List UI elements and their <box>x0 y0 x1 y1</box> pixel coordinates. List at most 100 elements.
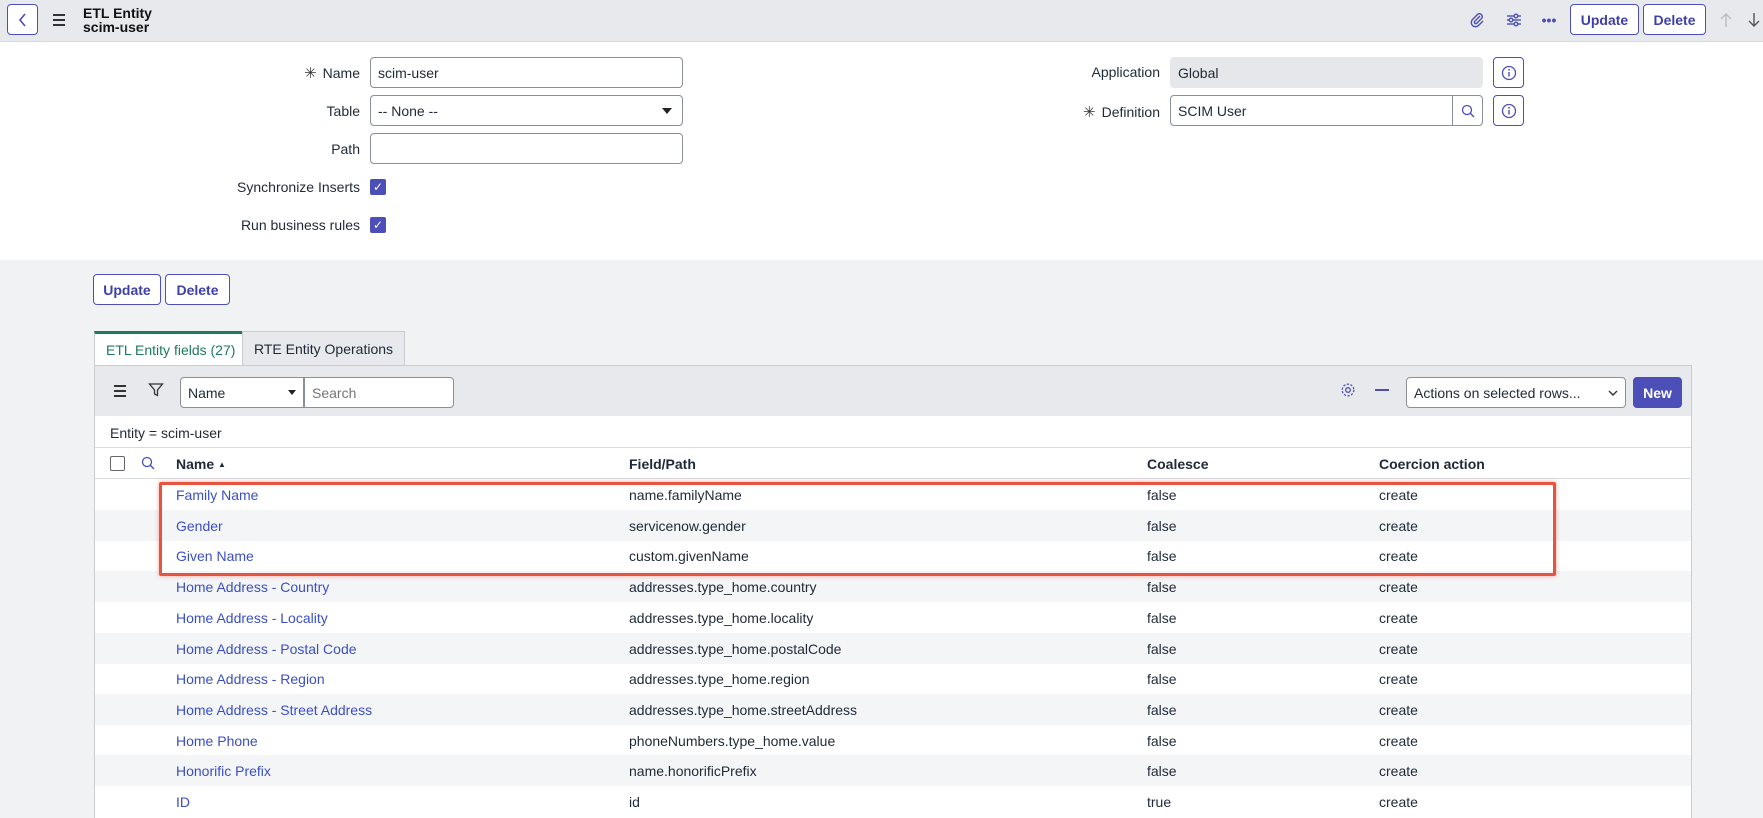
row-coercion-action: create <box>1379 763 1418 780</box>
chevron-left-icon <box>18 12 26 27</box>
table-label: Table <box>326 103 360 119</box>
hamburger-icon[interactable] <box>50 11 68 29</box>
minus-icon[interactable] <box>1375 389 1389 391</box>
delete-button[interactable]: Delete <box>165 274 230 305</box>
row-coalesce: false <box>1147 701 1177 718</box>
search-field-select[interactable]: Name <box>180 377 304 408</box>
funnel-icon[interactable] <box>148 382 164 401</box>
table-row[interactable]: Home Address - Postal Code addresses.type… <box>95 632 1691 664</box>
tab-etl-entity-fields[interactable]: ETL Entity fields (27) <box>94 331 248 365</box>
sync-inserts-checkbox[interactable]: ✓ <box>370 179 386 195</box>
row-field-path: custom.givenName <box>629 548 749 565</box>
filter-breadcrumb[interactable]: Entity = scim-user <box>110 425 222 441</box>
chevron-down-icon <box>1608 390 1618 396</box>
row-name-link[interactable]: Given Name <box>176 548 254 564</box>
column-header-coercion-action[interactable]: Coercion action <box>1379 456 1485 472</box>
path-label: Path <box>331 141 360 157</box>
paperclip-icon[interactable] <box>1466 9 1488 31</box>
table-row[interactable]: ID id true create <box>95 786 1691 817</box>
row-name-link[interactable]: Home Address - Street Address <box>176 702 372 718</box>
row-coercion-action: create <box>1379 732 1418 749</box>
row-coalesce: false <box>1147 579 1177 596</box>
entity-form: ✳ Name scim-user Table -- None -- Path Sy… <box>0 42 1763 260</box>
path-field[interactable] <box>370 133 683 164</box>
row-coalesce: false <box>1147 609 1177 626</box>
table-row[interactable]: Home Address - Locality addresses.type_ho… <box>95 602 1691 633</box>
table-select-value: -- None -- <box>378 102 438 119</box>
row-name-link[interactable]: Family Name <box>176 487 258 503</box>
row-coalesce: true <box>1147 794 1172 810</box>
row-field-path: addresses.type_home.streetAddress <box>629 701 858 718</box>
arrow-up-icon[interactable] <box>1715 9 1737 31</box>
row-field-path: phoneNumbers.type_home.value <box>629 732 836 749</box>
table-row[interactable]: Home Address - Street Address addresses.t… <box>95 693 1691 725</box>
row-field-path: name.honorificPrefix <box>629 763 757 780</box>
table-row[interactable]: Gender servicenow.gender false create <box>95 509 1691 541</box>
row-name-link[interactable]: Home Address - Postal Code <box>176 641 357 657</box>
row-coercion-action: create <box>1379 579 1418 596</box>
row-coercion-action: create <box>1379 609 1418 626</box>
row-field-path: servicenow.gender <box>629 517 746 534</box>
info-icon[interactable] <box>1493 57 1524 88</box>
sliders-icon[interactable] <box>1503 9 1525 31</box>
table-row[interactable]: Home Address - Region addresses.type_home… <box>95 663 1691 694</box>
table-row[interactable]: Home Phone phoneNumbers.type_home.value fa… <box>95 725 1691 756</box>
run-business-rules-label: Run business rules <box>240 217 360 233</box>
row-coercion-action: create <box>1379 487 1418 503</box>
table-row[interactable]: Home Address - Country addresses.type_hom… <box>95 571 1691 603</box>
row-coercion-action: create <box>1379 517 1418 534</box>
table-header: Name ▲ Field/Path Coalesce Coercion acti… <box>95 447 1691 479</box>
back-button[interactable] <box>7 4 38 35</box>
search-icon <box>1461 104 1474 117</box>
caret-down-icon <box>662 108 672 114</box>
row-name-link[interactable]: Honorific Prefix <box>176 763 271 779</box>
row-name-link[interactable]: ID <box>176 794 190 810</box>
sort-ascending-icon: ▲ <box>218 460 226 469</box>
run-business-rules-checkbox[interactable]: ✓ <box>370 217 386 233</box>
actions-select-value: Actions on selected rows... <box>1414 384 1581 401</box>
list-search-input[interactable] <box>304 377 454 408</box>
row-coalesce: false <box>1147 732 1177 749</box>
application-field: Global <box>1170 57 1483 88</box>
row-name-link[interactable]: Home Address - Region <box>176 671 325 687</box>
column-header-field-path[interactable]: Field/Path <box>629 456 696 472</box>
definition-lookup-button[interactable] <box>1452 95 1483 126</box>
table-row[interactable]: Honorific Prefix name.honorificPrefix fals… <box>95 755 1691 787</box>
definition-label: ✳ Definition <box>1083 104 1160 121</box>
search-icon[interactable] <box>141 456 155 473</box>
row-coalesce: false <box>1147 548 1177 565</box>
row-coercion-action: create <box>1379 671 1418 688</box>
header-delete-button[interactable]: Delete <box>1643 4 1706 35</box>
row-field-path: addresses.type_home.country <box>629 579 817 596</box>
caret-down-icon <box>288 390 296 395</box>
column-header-coalesce[interactable]: Coalesce <box>1147 456 1208 472</box>
table-row[interactable]: Given Name custom.givenName false create <box>95 540 1691 571</box>
row-field-path: addresses.type_home.region <box>629 671 810 688</box>
list-toolbar: Name Actions on selected rows... New <box>95 366 1691 416</box>
select-all-checkbox[interactable] <box>110 456 125 471</box>
row-name-link[interactable]: Home Phone <box>176 733 258 749</box>
arrow-down-icon[interactable] <box>1743 9 1763 31</box>
table-select[interactable]: -- None -- <box>370 95 683 126</box>
list-menu-icon[interactable] <box>111 382 129 400</box>
row-coalesce: false <box>1147 640 1177 657</box>
update-button[interactable]: Update <box>93 274 161 305</box>
header-update-button[interactable]: Update <box>1570 4 1639 35</box>
row-field-path: addresses.type_home.postalCode <box>629 640 842 657</box>
row-coalesce: false <box>1147 763 1177 780</box>
definition-field[interactable]: SCIM User <box>1170 95 1453 126</box>
row-name-link[interactable]: Gender <box>176 518 223 534</box>
row-coercion-action: create <box>1379 701 1418 718</box>
column-header-name[interactable]: Name ▲ <box>176 456 226 472</box>
new-button[interactable]: New <box>1633 377 1682 408</box>
ellipsis-icon[interactable]: ••• <box>1538 9 1560 31</box>
info-icon[interactable] <box>1493 95 1524 126</box>
row-name-link[interactable]: Home Address - Country <box>176 579 329 595</box>
actions-select[interactable]: Actions on selected rows... <box>1406 377 1626 408</box>
tab-rte-entity-operations[interactable]: RTE Entity Operations <box>242 331 406 365</box>
row-name-link[interactable]: Home Address - Locality <box>176 610 328 626</box>
gear-icon[interactable] <box>1340 382 1356 401</box>
row-field-path: name.familyName <box>629 487 742 503</box>
table-row[interactable]: Family Name name.familyName false create <box>95 479 1691 510</box>
name-field[interactable]: scim-user <box>370 57 683 88</box>
